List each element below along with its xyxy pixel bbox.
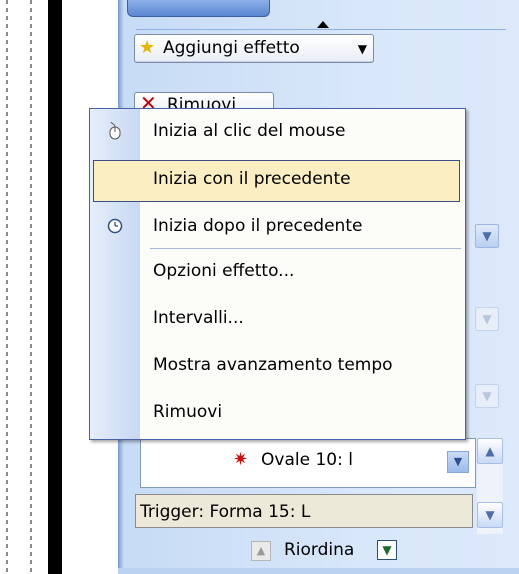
menu-item-label: Rimuovi [153,402,223,422]
scroll-up-button[interactable]: ▲ [477,438,503,464]
menu-item-label: Opzioni effetto... [153,261,295,281]
chevron-down-icon[interactable]: ▼ [447,451,469,473]
menu-item-label: Inizia al clic del mouse [153,121,346,141]
menu-item-label: Mostra avanzamento tempo [153,355,393,375]
trigger-label: Trigger: Forma 15: L [140,502,311,522]
pane-footer [118,568,519,574]
move-down-button[interactable]: ▼ [377,540,397,560]
speed-dropdown-arrow: ▼ [475,384,499,408]
list-item: Ovale 10: l [261,450,353,470]
chevron-down-icon: ▼ [357,42,367,56]
star-icon: ★ [139,37,156,58]
add-effect-button[interactable]: ★ Aggiungi effetto ▼ [134,34,374,63]
menu-item-label: Inizia dopo il precedente [153,216,363,236]
menu-item-effect-options[interactable]: Opzioni effetto... [90,252,465,292]
burst-icon: ✷ [233,449,249,470]
pane-toolbar[interactable] [127,0,270,17]
move-up-button: ▲ [251,541,271,561]
scroll-down-button[interactable]: ▼ [477,502,503,528]
menu-separator [150,248,461,249]
menu-item-label: Intervalli... [153,308,244,328]
menu-item-start-on-click[interactable]: Inizia al clic del mouse [90,112,465,152]
dotted-guide [30,0,32,574]
effect-list[interactable]: ✷ Ovale 10: l ▼ [140,438,476,488]
add-effect-label: Aggiungi effetto [163,38,300,58]
clock-icon [107,218,123,234]
trigger-row[interactable]: Trigger: Forma 15: L [135,494,473,528]
start-dropdown-arrow[interactable]: ▼ [475,224,499,248]
reorder-label: Riordina [284,540,355,560]
menu-item-show-advanced-timeline[interactable]: Mostra avanzamento tempo [90,346,465,386]
dotted-guide [6,0,8,574]
mouse-icon [109,122,121,140]
menu-item-start-with-previous[interactable]: Inizia con il precedente [93,160,460,202]
list-scrollbar[interactable]: ▲ ▼ [477,438,503,534]
property-dropdown-arrow: ▼ [475,307,499,331]
menu-item-start-after-previous[interactable]: Inizia dopo il precedente [90,207,465,247]
slide-edge [48,0,62,574]
timing-context-menu: Inizia al clic del mouse Inizia con il p… [89,108,466,440]
divider [136,29,506,30]
scroll-up-icon[interactable] [317,21,329,28]
menu-item-remove[interactable]: Rimuovi [90,393,465,433]
menu-item-timing[interactable]: Intervalli... [90,299,465,339]
menu-item-label: Inizia con il precedente [153,169,351,189]
